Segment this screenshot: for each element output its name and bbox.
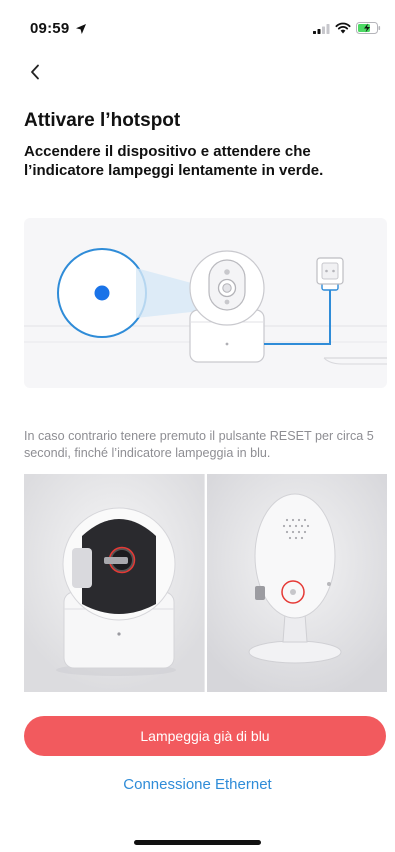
power-outlet-icon [316,257,344,285]
ethernet-connection-link[interactable]: Connessione Ethernet [0,776,395,793]
status-time: 09:59 [30,20,70,37]
wifi-icon [335,21,351,39]
system-icons [313,21,381,39]
reset-photos [24,474,387,692]
battery-charging-icon [356,21,381,39]
page-title: Attivare l’hotspot [24,110,181,131]
reset-hint: In caso contrario tenere premuto il puls… [24,429,374,460]
camera-back-photo [206,474,387,692]
camera-front-photo [24,474,205,692]
chevron-left-icon [30,64,40,85]
blinking-blue-button[interactable]: Lampeggia già di blu [24,716,386,756]
page-subtitle: Accendere il dispositivo e attendere che… [24,143,324,179]
hotspot-illustration [24,218,387,388]
location-arrow-icon [75,22,87,40]
camera-icon [189,250,265,363]
back-button[interactable] [24,62,46,86]
signal-icon [313,21,330,39]
status-bar: 09:59 [0,0,395,50]
home-indicator [134,840,261,845]
indicator-light-icon [57,248,147,338]
